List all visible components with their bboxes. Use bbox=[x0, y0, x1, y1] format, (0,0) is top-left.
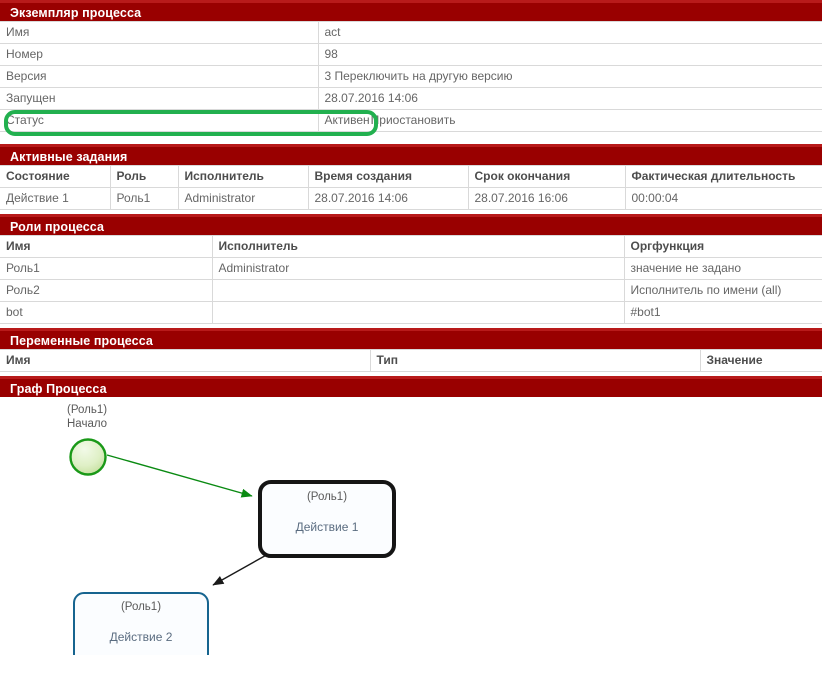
cell-role: Роль1 bbox=[109, 187, 179, 210]
process-graph-canvas[interactable]: (Роль1) Начало (Роль1) Действие 1 (Роль1… bbox=[0, 397, 822, 655]
instance-label-status: Статус bbox=[0, 109, 319, 132]
start-node-circle bbox=[69, 438, 107, 476]
column-header-duration[interactable]: Фактическая длительность bbox=[624, 165, 822, 188]
graph-node-name-label: Действие 1 bbox=[295, 520, 359, 534]
table-row: Запущен 28.07.2016 14:06 bbox=[0, 87, 822, 110]
section-header-instance: Экземпляр процесса bbox=[0, 0, 822, 21]
instance-label-started: Запущен bbox=[0, 87, 319, 110]
cell-created: 28.07.2016 14:06 bbox=[307, 187, 469, 210]
table-header-row: Состояние Роль Исполнитель Время создани… bbox=[0, 165, 822, 188]
table-header-row: Имя Исполнитель Оргфункция bbox=[0, 235, 822, 258]
table-header-row: Имя Тип Значение bbox=[0, 349, 822, 372]
column-header-state[interactable]: Состояние bbox=[0, 165, 111, 188]
column-header-role-name[interactable]: Имя bbox=[0, 235, 213, 258]
transition-start-to-task1 bbox=[106, 454, 253, 498]
start-node-name-label: Начало bbox=[67, 418, 108, 430]
table-row: bot #bot1 bbox=[0, 301, 822, 324]
graph-node-role-label: (Роль1) bbox=[306, 491, 348, 503]
graph-node-name-label: Действие 2 bbox=[109, 630, 173, 644]
section-header-active-tasks: Активные задания bbox=[0, 144, 822, 165]
cell-state: Действие 1 bbox=[0, 187, 111, 210]
instance-label-version: Версия bbox=[0, 65, 319, 88]
section-header-process-variables: Переменные процесса bbox=[0, 328, 822, 349]
column-header-variable-type[interactable]: Тип bbox=[369, 349, 701, 372]
table-row: Имя act bbox=[0, 21, 822, 44]
cell-deadline: 28.07.2016 16:06 bbox=[467, 187, 626, 210]
table-row-status: Статус АктивенПриостановить bbox=[0, 109, 822, 132]
column-header-variable-name[interactable]: Имя bbox=[0, 349, 371, 372]
section-header-process-roles: Роли процесса bbox=[0, 214, 822, 235]
table-row: Действие 1 Роль1 Administrator 28.07.201… bbox=[0, 187, 822, 210]
instance-value-name: act bbox=[317, 21, 822, 44]
cell-role-name: Роль1 bbox=[0, 257, 213, 280]
table-row: Роль1 Administrator значение не задано bbox=[0, 257, 822, 280]
cell-assignee: Administrator bbox=[177, 187, 309, 210]
column-header-variable-value[interactable]: Значение bbox=[699, 349, 822, 372]
graph-node-task-1[interactable]: (Роль1) Действие 1 bbox=[258, 480, 396, 558]
instance-value-started: 28.07.2016 14:06 bbox=[317, 87, 822, 110]
process-roles-table: Имя Исполнитель Оргфункция Роль1 Adminis… bbox=[0, 235, 822, 324]
cell-duration: 00:00:04 bbox=[624, 187, 822, 210]
table-row: Роль2 Исполнитель по имени (all) bbox=[0, 279, 822, 302]
cell-role-assignee bbox=[211, 279, 625, 302]
instance-value-number: 98 bbox=[317, 43, 822, 66]
graph-node-role-label: (Роль1) bbox=[120, 601, 162, 613]
table-row: Номер 98 bbox=[0, 43, 822, 66]
column-header-role-assignee[interactable]: Исполнитель bbox=[211, 235, 625, 258]
graph-node-task-2[interactable]: (Роль1) Действие 2 bbox=[73, 592, 209, 655]
instance-value-status-cell: АктивенПриостановить bbox=[317, 109, 822, 132]
transition-task1-to-task2 bbox=[212, 552, 271, 586]
instance-label-number: Номер bbox=[0, 43, 319, 66]
cell-role-assignee: Administrator bbox=[211, 257, 625, 280]
section-header-process-graph: Граф Процесса bbox=[0, 376, 822, 397]
start-node-role-label: (Роль1) bbox=[67, 404, 108, 416]
column-header-orgfunction[interactable]: Оргфункция bbox=[623, 235, 822, 258]
instance-value-version[interactable]: 3 Переключить на другую версию bbox=[317, 65, 822, 88]
column-header-created[interactable]: Время создания bbox=[307, 165, 469, 188]
instance-label-name: Имя bbox=[0, 21, 319, 44]
instance-table: Имя act Номер 98 Версия 3 Переключить на… bbox=[0, 21, 822, 132]
cell-role-assignee bbox=[211, 301, 625, 324]
status-badge: Активен bbox=[324, 113, 370, 127]
process-variables-table: Имя Тип Значение bbox=[0, 349, 822, 372]
table-row: Версия 3 Переключить на другую версию bbox=[0, 65, 822, 88]
column-header-deadline[interactable]: Срок окончания bbox=[467, 165, 626, 188]
cell-orgfunction: значение не задано bbox=[623, 257, 822, 280]
cell-orgfunction: #bot1 bbox=[623, 301, 822, 324]
column-header-role[interactable]: Роль bbox=[109, 165, 179, 188]
column-header-assignee[interactable]: Исполнитель bbox=[177, 165, 309, 188]
active-tasks-table: Состояние Роль Исполнитель Время создани… bbox=[0, 165, 822, 210]
divider-spacer bbox=[0, 132, 822, 144]
cell-orgfunction: Исполнитель по имени (all) bbox=[623, 279, 822, 302]
suspend-process-link[interactable]: Приостановить bbox=[371, 113, 456, 127]
cell-role-name: Роль2 bbox=[0, 279, 213, 302]
cell-role-name: bot bbox=[0, 301, 213, 324]
process-instance-page: Экземпляр процесса Имя act Номер 98 Верс… bbox=[0, 0, 822, 655]
